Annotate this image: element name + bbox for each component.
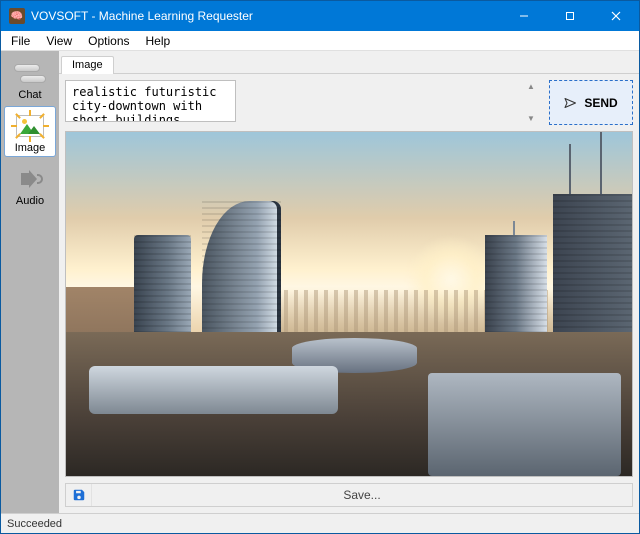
- spin-down-icon[interactable]: ▼: [527, 114, 541, 123]
- image-icon: [11, 111, 49, 141]
- audio-icon: [11, 164, 49, 194]
- prompt-input[interactable]: [65, 80, 236, 122]
- prompt-wrapper: ▲ ▼: [65, 80, 543, 125]
- app-window: 🧠 VOVSOFT - Machine Learning Requester F…: [0, 0, 640, 534]
- close-icon: [611, 11, 621, 21]
- sidebar-item-image[interactable]: Image: [4, 106, 56, 157]
- menu-options[interactable]: Options: [80, 32, 137, 50]
- generated-image-canvas: [66, 132, 632, 476]
- sidebar-label-chat: Chat: [18, 89, 41, 101]
- tab-bar: Image: [59, 51, 639, 73]
- maximize-button[interactable]: [547, 1, 593, 31]
- save-label: Save...: [92, 488, 632, 502]
- sidebar-label-audio: Audio: [16, 195, 44, 207]
- body-area: Chat Image: [1, 51, 639, 513]
- status-text: Succeeded: [7, 518, 62, 530]
- prompt-spin: ▲ ▼: [527, 82, 541, 123]
- tab-image[interactable]: Image: [61, 56, 114, 74]
- app-icon: 🧠: [9, 8, 25, 24]
- title-bar[interactable]: 🧠 VOVSOFT - Machine Learning Requester: [1, 1, 639, 31]
- prompt-row: ▲ ▼ SEND: [65, 80, 633, 125]
- send-button[interactable]: SEND: [549, 80, 633, 125]
- save-icon: [66, 484, 92, 506]
- spin-up-icon[interactable]: ▲: [527, 82, 541, 91]
- sidebar-item-audio[interactable]: Audio: [4, 159, 56, 210]
- status-bar: Succeeded: [1, 513, 639, 533]
- menu-file[interactable]: File: [3, 32, 38, 50]
- sidebar-label-image: Image: [15, 142, 46, 154]
- close-button[interactable]: [593, 1, 639, 31]
- window-controls: [501, 1, 639, 31]
- window-title: VOVSOFT - Machine Learning Requester: [31, 9, 501, 23]
- menu-bar: File View Options Help: [1, 31, 639, 51]
- minimize-button[interactable]: [501, 1, 547, 31]
- minimize-icon: [519, 11, 529, 21]
- chat-icon: [11, 58, 49, 88]
- sidebar-item-chat[interactable]: Chat: [4, 53, 56, 104]
- generated-image[interactable]: [65, 131, 633, 477]
- menu-view[interactable]: View: [38, 32, 80, 50]
- content-area: ▲ ▼ SEND: [59, 73, 639, 513]
- save-button[interactable]: Save...: [65, 483, 633, 507]
- menu-help[interactable]: Help: [138, 32, 179, 50]
- sidebar: Chat Image: [1, 51, 59, 513]
- send-label: SEND: [584, 96, 617, 110]
- main-panel: Image ▲ ▼ SEND: [59, 51, 639, 513]
- maximize-icon: [565, 11, 575, 21]
- send-icon: [564, 97, 576, 109]
